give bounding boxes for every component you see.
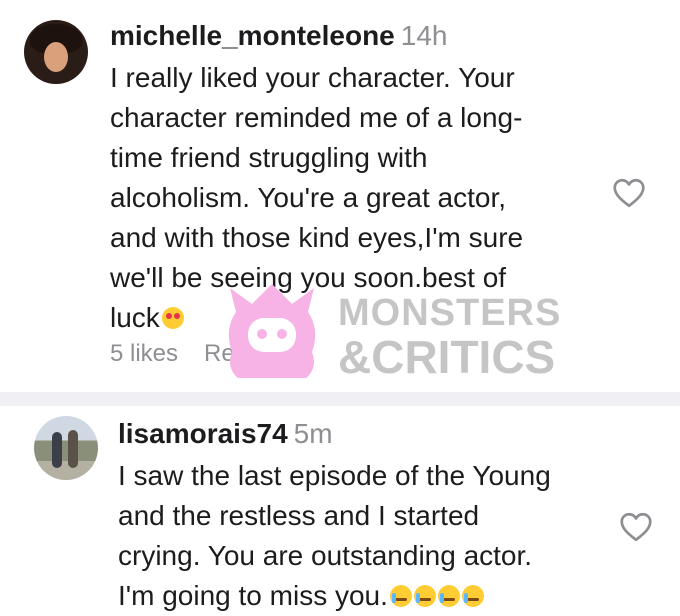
- crying-face-emoji-icon: [389, 585, 412, 607]
- avatar-person: [68, 430, 78, 468]
- heart-outline-icon[interactable]: [618, 509, 654, 545]
- comment-time: 5m: [293, 418, 333, 449]
- username[interactable]: lisamorais74: [118, 418, 288, 449]
- crying-face-emoji-icon: [437, 585, 460, 607]
- comment-line: and the restless and I started: [118, 500, 480, 531]
- monster-mascot-logo: [228, 284, 316, 378]
- user-avatar[interactable]: [34, 416, 98, 480]
- comment-header: lisamorais74 5m: [118, 412, 588, 456]
- comment-content: lisamorais74 5m I saw the last episode of…: [118, 412, 588, 616]
- comment-line-text: luck: [110, 302, 160, 333]
- comment-time: 14h: [400, 20, 448, 51]
- username[interactable]: michelle_monteleone: [110, 20, 395, 51]
- watermark-line1: MONSTERS: [338, 292, 562, 334]
- comment-line-text: I'm going to miss you.: [118, 580, 388, 611]
- comment-line: I saw the last episode of the Young: [118, 460, 551, 491]
- comment-line: character reminded me of a long-: [110, 102, 523, 133]
- comment-line: crying. You are outstanding actor.: [118, 540, 533, 571]
- avatar-person: [52, 432, 62, 468]
- avatar-face: [44, 42, 68, 72]
- comment-line-last: I'm going to miss you.: [118, 576, 588, 616]
- comment-line: time friend struggling with: [110, 142, 428, 173]
- heart-eyes-emoji-icon: [161, 307, 184, 329]
- heart-outline-icon[interactable]: [611, 175, 647, 211]
- watermark-line2: &CRITICS: [338, 331, 556, 383]
- crying-face-emoji-icon: [461, 585, 484, 607]
- comment-line: I really liked your character. Your: [110, 62, 515, 93]
- comment-content: michelle_monteleone 14h I really liked yo…: [110, 14, 560, 338]
- comment-separator: [0, 392, 680, 406]
- likes-count[interactable]: 5 likes: [110, 340, 178, 367]
- crying-face-emoji-icon: [413, 585, 436, 607]
- comment-line: and with those kind eyes,I'm sure: [110, 222, 524, 253]
- comment-text: I saw the last episode of the Young and …: [118, 456, 588, 616]
- comment-header: michelle_monteleone 14h: [110, 14, 560, 58]
- user-avatar[interactable]: [24, 20, 88, 84]
- comment-line: alcoholism. You're a great actor,: [110, 182, 507, 213]
